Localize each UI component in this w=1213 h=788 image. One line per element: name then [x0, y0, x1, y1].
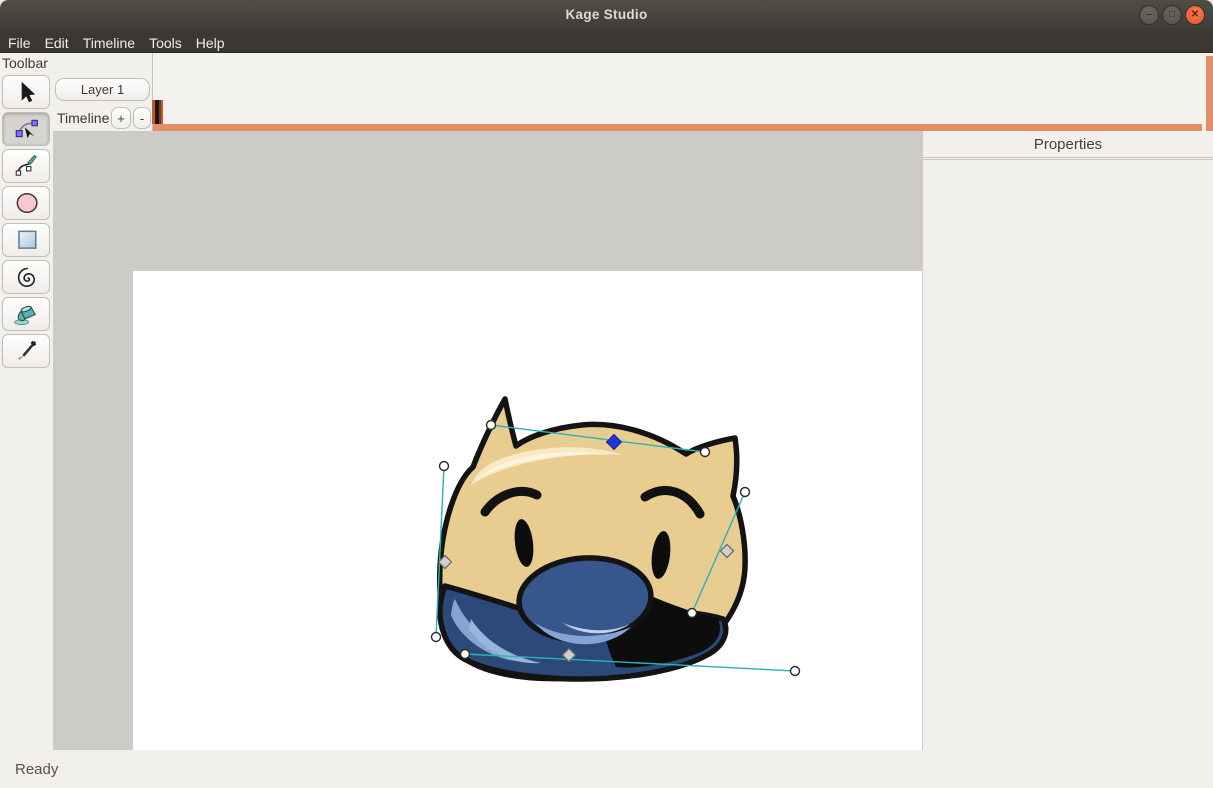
menu-help[interactable]: Help [196, 33, 225, 53]
menu-bar: File Edit Timeline Tools Help [0, 33, 1213, 53]
pen-brush-icon [15, 155, 37, 176]
menu-tools[interactable]: Tools [149, 33, 182, 53]
menu-edit[interactable]: Edit [45, 33, 69, 53]
ellipse-icon [16, 193, 38, 213]
paint-bucket-icon [14, 305, 36, 326]
toolbar-dock-label: Toolbar [2, 55, 48, 71]
close-button[interactable]: ✕ [1185, 5, 1205, 25]
node-edit-tool-button[interactable] [2, 112, 50, 146]
draw-tool-button[interactable] [2, 149, 50, 183]
bezier-control-handle[interactable] [430, 631, 442, 643]
menu-timeline[interactable]: Timeline [83, 33, 135, 53]
spiral-icon [17, 267, 36, 287]
properties-title: Properties [1033, 136, 1103, 153]
status-bar: Ready [0, 750, 1213, 788]
remove-frame-label: - [139, 110, 145, 126]
close-icon: ✕ [1190, 9, 1200, 20]
window-controls: − □ ✕ [1139, 5, 1205, 25]
rectangle-tool-button[interactable] [2, 223, 50, 257]
properties-separator [923, 157, 1213, 160]
cat-head-drawing [436, 396, 748, 682]
minimize-button[interactable]: − [1139, 5, 1159, 25]
canvas-artwork [430, 396, 801, 682]
properties-panel: Properties [922, 131, 1213, 750]
select-cursor-icon [21, 81, 36, 103]
remove-frame-button[interactable]: - [133, 107, 151, 129]
bezier-control-handle[interactable] [739, 486, 751, 498]
select-tool-button[interactable] [2, 75, 50, 109]
maximize-icon: □ [1168, 9, 1176, 20]
bezier-control-handle[interactable] [789, 665, 801, 677]
bezier-control-handle[interactable] [485, 419, 497, 431]
spiral-tool-button[interactable] [2, 260, 50, 294]
add-frame-label: + [117, 110, 125, 126]
status-message: Ready [15, 761, 59, 778]
workspace [53, 131, 933, 788]
timeline-playhead[interactable] [152, 100, 163, 124]
fill-tool-button[interactable] [2, 297, 50, 331]
eyedropper-icon [18, 340, 37, 360]
menu-file[interactable]: File [8, 33, 31, 53]
title-bar[interactable]: Kage Studio − □ ✕ [0, 0, 1213, 33]
maximize-button[interactable]: □ [1162, 5, 1182, 25]
timeline-dock-label: Timeline [57, 110, 110, 126]
ellipse-tool-button[interactable] [2, 186, 50, 220]
minimize-icon: − [1145, 8, 1153, 21]
app-window: Kage Studio − □ ✕ File Edit Timeline Too… [0, 0, 1213, 788]
layer-1-button[interactable]: Layer 1 [55, 78, 150, 101]
eyedropper-tool-button[interactable] [2, 334, 50, 368]
rectangle-icon [18, 230, 37, 249]
bezier-control-handle[interactable] [699, 446, 711, 458]
bezier-control-handle[interactable] [438, 460, 450, 472]
bezier-control-handle[interactable] [459, 648, 471, 660]
bezier-control-handle[interactable] [686, 607, 698, 619]
window-title: Kage Studio [565, 7, 648, 22]
timeline-vertical-scrollbar[interactable] [1206, 56, 1213, 131]
node-edit-icon [15, 119, 38, 139]
add-frame-button[interactable]: + [111, 107, 131, 129]
layer-1-label: Layer 1 [80, 82, 125, 97]
drawing-canvas[interactable] [133, 271, 933, 788]
timeline-frames-area[interactable] [153, 53, 1205, 124]
